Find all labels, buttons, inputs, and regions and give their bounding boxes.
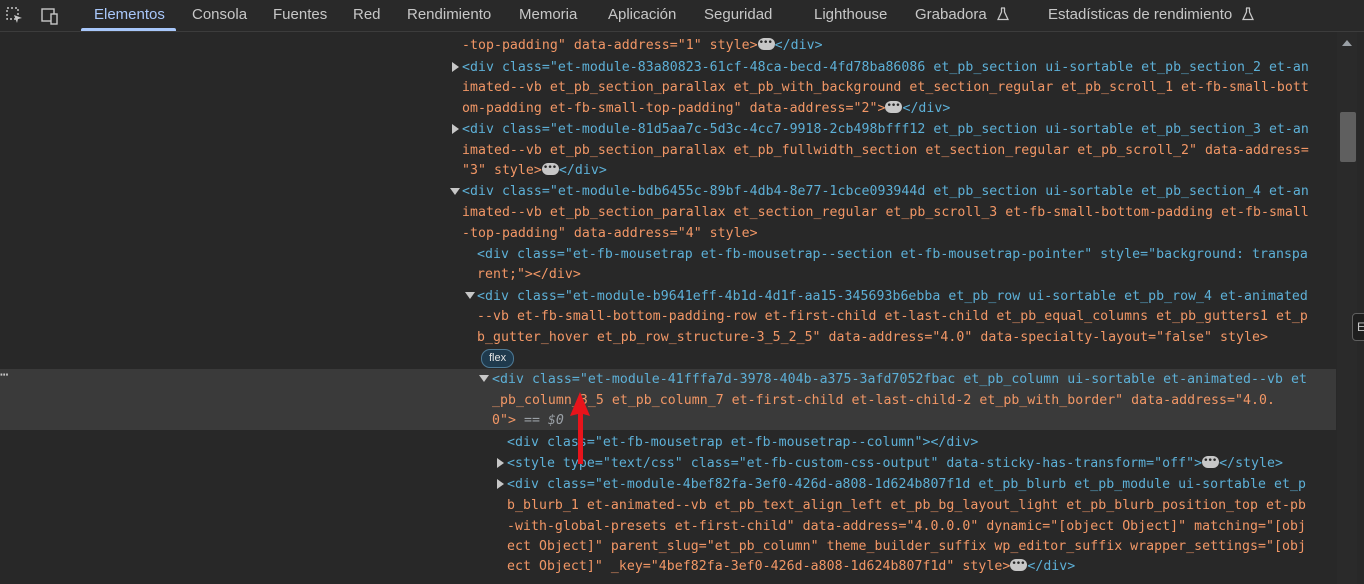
dom-line: ect Object]" _key="4bef82fa-3ef0-426d-a8… [507, 554, 1076, 577]
dom-line: --vb et-fb-small-bottom-padding-row et-f… [477, 309, 1308, 324]
collapse-triangle-icon[interactable] [465, 292, 475, 299]
devtools-tab-bar: Elementos Consola Fuentes Red Rendimient… [0, 0, 1364, 32]
attr-text: ect Object]" _key="4bef82fa-3ef0-426d-a8… [507, 559, 1011, 574]
attr-text: 0"> [492, 413, 516, 428]
dom-node-style[interactable]: <style type="text/css" class="et-fb-cust… [507, 451, 1284, 474]
dom-line[interactable]: -top-padding" data-address="1" style> </d… [462, 33, 823, 56]
tab-rendimiento[interactable]: Rendimiento [407, 0, 491, 31]
dom-line: imated--vb et_pb_section_parallax et_pb_… [462, 143, 1309, 158]
node-text: <div class="et-fb-mousetrap et-fb-mouset… [477, 247, 1308, 262]
dom-line: -top-padding" data-address="4" style> [462, 226, 758, 241]
dom-node-column-selected[interactable]: <div class="et-module-41fffa7d-3978-404b… [492, 369, 1307, 390]
dom-line: imated--vb et_pb_section_parallax et_sec… [462, 205, 1309, 220]
experimental-flask-icon [1242, 7, 1255, 21]
dom-node-section-3[interactable]: <div class="et-module-81d5aa7c-5d3c-4cc7… [462, 119, 1309, 140]
ellipsis-icon[interactable] [757, 33, 775, 54]
dom-line: b_blurb_1 et-animated--vb et_pb_text_ali… [507, 498, 1306, 513]
ellipsis-icon[interactable] [1202, 451, 1220, 472]
ellipsis-icon[interactable] [541, 158, 559, 179]
flex-badge[interactable]: flex [481, 349, 515, 368]
tab-red[interactable]: Red [353, 0, 381, 31]
closing-tag: </div> [774, 38, 823, 53]
node-text: <div class="et-module-83a80823-61cf-48ca… [462, 60, 1309, 75]
dom-line: imated--vb et_pb_section_parallax et_pb_… [462, 80, 1309, 95]
node-text: <div class="et-module-41fffa7d-3978-404b… [492, 372, 1307, 387]
tab-grabadora[interactable]: Grabadora [915, 0, 1009, 31]
attr-text: om-padding et-fb-small-top-padding" data… [462, 101, 886, 116]
tab-estadisticas-rendimiento[interactable]: Estadísticas de rendimiento [1048, 0, 1255, 31]
attr-text: -top-padding" data-address="1" style> [462, 38, 758, 53]
tab-estadisticas-label: Estadísticas de rendimiento [1048, 6, 1233, 23]
tab-aplicacion[interactable]: Aplicación [608, 0, 676, 31]
dom-line: -with-global-presets et-first-child" dat… [507, 519, 1306, 534]
scrollbar-thumb[interactable] [1340, 112, 1356, 162]
current-node-marker: == $0 [515, 413, 564, 428]
closing-tag: </div> [558, 163, 607, 178]
expand-triangle-icon[interactable] [452, 124, 459, 134]
attr-text: "3" style> [462, 163, 542, 178]
side-panel-toggle[interactable]: E [1352, 313, 1364, 341]
node-text: <style type="text/css" class="et-fb-cust… [507, 456, 1203, 471]
dom-line: _pb_column_3_5 et_pb_column_7 et-first-c… [492, 393, 1275, 408]
dom-line: om-padding et-fb-small-top-padding" data… [462, 96, 951, 119]
selected-node-gutter [0, 369, 449, 430]
tab-seguridad[interactable]: Seguridad [704, 0, 772, 31]
dom-node-row-4[interactable]: <div class="et-module-b9641eff-4b1d-4d1f… [477, 286, 1308, 307]
node-text: <div class="et-module-b9641eff-4b1d-4d1f… [477, 289, 1308, 304]
collapse-triangle-icon[interactable] [450, 188, 460, 195]
closing-tag: </style> [1219, 456, 1284, 471]
ellipsis-icon[interactable] [1010, 554, 1028, 575]
tab-lighthouse[interactable]: Lighthouse [814, 0, 887, 31]
expand-triangle-icon[interactable] [452, 62, 459, 72]
experimental-flask-icon [996, 7, 1009, 21]
dom-node-blurb[interactable]: <div class="et-module-4bef82fa-3ef0-426d… [507, 474, 1306, 495]
tab-consola[interactable]: Consola [192, 0, 247, 31]
dom-node-section-4[interactable]: <div class="et-module-bdb6455c-89bf-4db4… [462, 181, 1309, 202]
tab-elementos[interactable]: Elementos [94, 0, 165, 31]
device-toolbar-icon[interactable] [39, 6, 59, 26]
node-actions-icon[interactable]: ⋯ [0, 367, 9, 383]
tab-fuentes[interactable]: Fuentes [273, 0, 327, 31]
node-text: <div class="et-module-81d5aa7c-5d3c-4cc7… [462, 122, 1309, 137]
scroll-up-arrow-icon[interactable] [1342, 40, 1352, 46]
select-element-icon[interactable] [5, 6, 25, 26]
tab-grabadora-label: Grabadora [915, 6, 987, 23]
closing-tag: </div> [902, 101, 951, 116]
dom-line: "3" style> </div> [462, 158, 607, 181]
red-arrow-annotation-icon [570, 392, 590, 464]
node-text: <div class="et-module-bdb6455c-89bf-4db4… [462, 184, 1309, 199]
closing-tag: </div> [1027, 559, 1076, 574]
tab-memoria[interactable]: Memoria [519, 0, 577, 31]
dom-line: rent;"></div> [477, 267, 581, 282]
dom-node-section-2[interactable]: <div class="et-module-83a80823-61cf-48ca… [462, 57, 1309, 78]
expand-triangle-icon[interactable] [497, 479, 504, 489]
dom-line: b_gutter_hover et_pb_row_structure-3_5_2… [477, 330, 1268, 345]
expand-triangle-icon[interactable] [497, 458, 504, 468]
ellipsis-icon[interactable] [885, 96, 903, 117]
collapse-triangle-icon[interactable] [479, 375, 489, 382]
dom-line: 0"> == $0 [492, 410, 564, 431]
active-tab-indicator [81, 28, 176, 31]
node-text: <div class="et-module-4bef82fa-3ef0-426d… [507, 477, 1306, 492]
dom-line: ect Object]" parent_slug="et_pb_column" … [507, 539, 1306, 554]
dom-node-mousetrap-section[interactable]: <div class="et-fb-mousetrap et-fb-mouset… [477, 244, 1308, 265]
